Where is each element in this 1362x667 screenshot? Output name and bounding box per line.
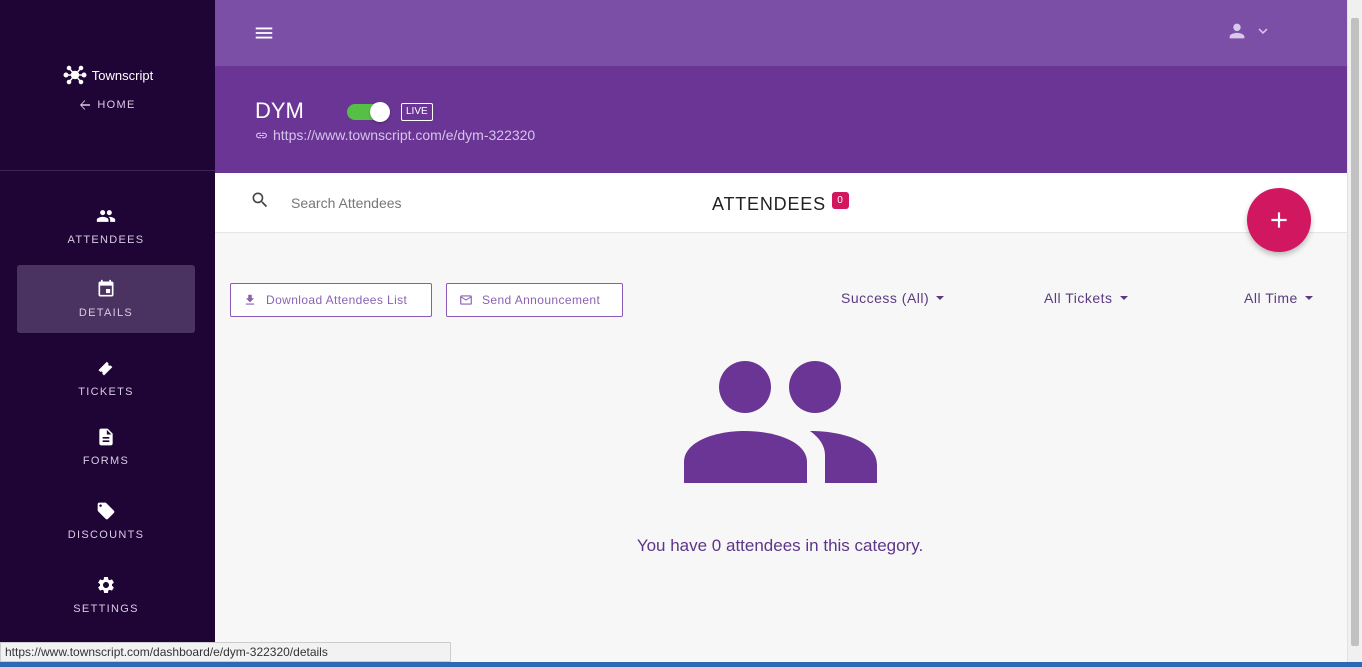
attendees-heading-text: ATTENDEES (712, 194, 826, 214)
link-icon (256, 132, 267, 138)
send-announcement-button[interactable]: Send Announcement (446, 283, 623, 317)
arrow-left-icon (80, 100, 91, 110)
event-header: DYM LIVE https://www.townscript.com/e/dy… (215, 66, 1347, 173)
event-url-link[interactable]: https://www.townscript.com/e/dym-322320 (255, 127, 535, 143)
sidebar-item-label: SETTINGS (73, 603, 139, 615)
download-icon (245, 294, 255, 305)
add-attendee-button[interactable] (1247, 188, 1311, 252)
home-label: HOME (97, 99, 136, 111)
document-icon (99, 428, 113, 446)
status-bar-url: https://www.townscript.com/dashboard/e/d… (0, 642, 451, 662)
ticket-icon (98, 361, 113, 376)
sidebar-divider (0, 170, 215, 171)
status-filter-dropdown[interactable]: Success (All) (841, 290, 945, 306)
mail-icon (460, 295, 472, 305)
brand-name: Townscript (91, 67, 154, 83)
time-filter-value: All Time (1244, 290, 1298, 306)
people-icon (96, 210, 116, 222)
menu-button[interactable] (253, 22, 275, 44)
download-label: Download Attendees List (266, 293, 408, 307)
hamburger-icon (255, 27, 273, 39)
sidebar-item-settings[interactable]: SETTINGS (17, 561, 195, 629)
tickets-filter-value: All Tickets (1044, 290, 1113, 306)
tickets-filter-dropdown[interactable]: All Tickets (1044, 290, 1129, 306)
announce-label: Send Announcement (482, 293, 601, 307)
scrollbar-thumb[interactable] (1351, 18, 1359, 646)
sidebar-item-label: DETAILS (78, 307, 134, 319)
home-link[interactable]: HOME (0, 99, 215, 111)
status-badge: LIVE (401, 103, 433, 121)
sidebar-item-attendees[interactable]: ATTENDEES (17, 192, 195, 260)
network-logo-icon (63, 65, 87, 85)
page-scrollbar[interactable] (1347, 0, 1362, 667)
sidebar: Townscript HOME ATTENDEES DETAILS TICKET… (0, 0, 215, 667)
live-toggle[interactable] (347, 102, 390, 122)
time-filter-dropdown[interactable]: All Time (1244, 290, 1314, 306)
sidebar-item-details[interactable]: DETAILS (17, 265, 195, 333)
event-title: DYM (255, 98, 304, 123)
topbar (215, 0, 1347, 66)
plus-icon (1271, 212, 1287, 228)
magnifier-icon (252, 192, 268, 208)
event-url-text: https://www.townscript.com/e/dym-322320 (273, 127, 536, 143)
taskbar (0, 662, 1362, 667)
attendees-heading: ATTENDEES 0 (712, 192, 849, 215)
status-filter-value: Success (All) (841, 290, 930, 306)
attendees-count-badge: 0 (831, 192, 849, 209)
caret-down-icon (1119, 296, 1128, 300)
search-icon[interactable] (250, 190, 270, 210)
sidebar-item-label: ATTENDEES (67, 234, 145, 246)
caret-down-icon (936, 296, 945, 300)
download-attendees-button[interactable]: Download Attendees List (230, 283, 432, 317)
user-icon (1229, 23, 1245, 39)
caret-down-icon (1304, 296, 1313, 300)
brand-logo[interactable]: Townscript (0, 62, 215, 88)
search-bar: ATTENDEES 0 (215, 173, 1347, 233)
empty-people-icon (684, 361, 877, 483)
search-input[interactable] (291, 193, 591, 213)
sidebar-item-label: TICKETS (78, 386, 134, 398)
chevron-down-icon (1258, 28, 1268, 34)
user-menu[interactable] (1226, 20, 1272, 42)
tag-icon (97, 502, 115, 520)
sidebar-item-tickets[interactable]: TICKETS (17, 344, 195, 412)
gear-icon (98, 577, 114, 593)
sidebar-item-forms[interactable]: FORMS (17, 413, 195, 481)
empty-state-message: You have 0 attendees in this category. (636, 536, 924, 555)
calendar-icon (98, 279, 114, 297)
sidebar-item-discounts[interactable]: DISCOUNTS (17, 487, 195, 555)
sidebar-item-label: FORMS (82, 455, 130, 467)
sidebar-item-label: DISCOUNTS (67, 529, 145, 541)
toggle-knob (370, 102, 390, 122)
